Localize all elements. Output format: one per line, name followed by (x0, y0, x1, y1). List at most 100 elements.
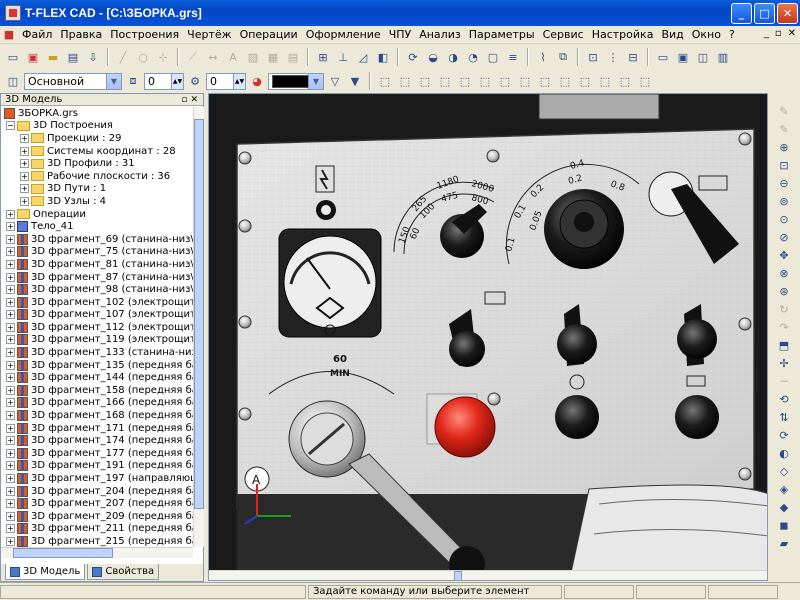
zoom-out-icon[interactable]: ⊖ (775, 175, 793, 192)
switch-knob[interactable] (677, 319, 717, 359)
selector-4-icon[interactable]: ⬚ (436, 72, 454, 90)
expand-icon[interactable]: + (20, 159, 29, 169)
expand-icon[interactable]: + (6, 524, 15, 534)
menu-construct[interactable]: Построения (106, 28, 183, 41)
scroll-thumb[interactable] (194, 119, 204, 509)
expand-icon[interactable]: + (6, 474, 15, 484)
selector-14-icon[interactable]: ⬚ (636, 72, 654, 90)
emergency-stop-button[interactable] (434, 396, 496, 458)
menu-analysis[interactable]: Анализ (415, 28, 465, 41)
tree-item[interactable]: +3D фрагмент_166 (передняя бабка\ко (1, 397, 193, 410)
maximize-button[interactable]: □ (754, 2, 775, 24)
collapse-icon[interactable]: − (6, 121, 15, 131)
pencil-edit-icon[interactable]: ✎ (775, 121, 793, 138)
expand-icon[interactable]: + (6, 222, 15, 232)
wireframe-icon[interactable]: ◇ (775, 463, 793, 480)
tree-item[interactable]: +3D фрагмент_107 (электрощит\зборк (1, 309, 193, 322)
expand-icon[interactable]: + (6, 335, 15, 345)
switch-knob[interactable] (557, 324, 597, 364)
orbit-icon[interactable]: ⟳ (775, 427, 793, 444)
expand-icon[interactable]: + (6, 486, 15, 496)
model-tree[interactable]: ЗБОРКА.grs − 3D Построения + Проекции : 29 + С… (1, 107, 193, 547)
priority-spinner[interactable]: 0 ▲▼ (206, 72, 246, 90)
tree-item[interactable]: +3D фрагмент_75 (станина-низ\вибро (1, 246, 193, 259)
menu-cnc[interactable]: ЧПУ (385, 28, 416, 41)
view-axes-icon[interactable]: ✢ (775, 355, 793, 372)
expand-icon[interactable]: + (6, 385, 15, 395)
expand-icon[interactable]: + (6, 373, 15, 383)
open-icon[interactable]: ▬ (44, 48, 62, 66)
snap-icon[interactable]: ⊡ (584, 48, 602, 66)
new-3d-icon[interactable]: ▣ (24, 48, 42, 66)
selector-6-icon[interactable]: ⬚ (476, 72, 494, 90)
select-icon[interactable]: ▼ (346, 72, 364, 90)
3d-viewport[interactable]: 150 265 1180 2000 60 100 475 800 0.4 0.2… (208, 93, 768, 581)
extrude-icon[interactable]: ◧ (374, 48, 392, 66)
start-button[interactable] (555, 395, 599, 439)
tab-3d-model[interactable]: 3D Модель (5, 564, 86, 580)
shell-icon[interactable]: ▢ (484, 48, 502, 66)
tree-item[interactable]: +3D фрагмент_209 (передняя бабка\ко (1, 510, 193, 523)
tree-item[interactable]: +3D фрагмент_174 (передняя бабка\ру (1, 434, 193, 447)
expand-icon[interactable]: + (20, 184, 29, 194)
layer-select[interactable]: Основной ▼ (24, 72, 122, 90)
perspective-icon[interactable]: ▰ (775, 535, 793, 552)
expand-icon[interactable]: + (6, 411, 15, 421)
hatch-icon[interactable]: ▨ (244, 48, 262, 66)
zoom-all-icon[interactable]: ⊚ (775, 193, 793, 210)
tree-item[interactable]: + Проекции : 29 (1, 132, 193, 145)
menu-settings[interactable]: Настройка (588, 28, 658, 41)
tree-item[interactable]: +3D фрагмент_207 (передняя бабка\ко (1, 497, 193, 510)
copy-icon[interactable]: ⧉ (554, 48, 572, 66)
selector-8-icon[interactable]: ⬚ (516, 72, 534, 90)
tree-item[interactable]: +3D фрагмент_69 (станина-низ\вибро (1, 233, 193, 246)
tree-item[interactable]: +3D Профили : 31 (1, 157, 193, 170)
expand-icon[interactable]: + (6, 461, 15, 471)
selector-9-icon[interactable]: ⬚ (536, 72, 554, 90)
dimension-icon[interactable]: ↔ (204, 48, 222, 66)
image-icon[interactable]: ▦ (264, 48, 282, 66)
render-icon[interactable]: ◆ (775, 499, 793, 516)
menu-operations[interactable]: Операции (236, 28, 302, 41)
selector-5-icon[interactable]: ⬚ (456, 72, 474, 90)
color-select[interactable]: ▼ (268, 72, 324, 90)
tree-item[interactable]: +3D фрагмент_215 (передняя бабка\лс (1, 535, 193, 547)
save-icon[interactable]: ▤ (64, 48, 82, 66)
expand-icon[interactable]: + (6, 360, 15, 370)
mdi-close-button[interactable]: ✕ (788, 28, 796, 39)
menu-drawing[interactable]: Чертёж (183, 28, 235, 41)
scroll-thumb[interactable] (13, 548, 113, 558)
panel-controls[interactable]: ▫✕ (181, 95, 201, 105)
scroll-thumb[interactable] (454, 571, 462, 580)
tree-item[interactable]: +3D фрагмент_135 (передняя бабка\кс (1, 359, 193, 372)
menu-view[interactable]: Вид (657, 28, 687, 41)
workplane-icon[interactable]: ⊞ (314, 48, 332, 66)
refresh-icon[interactable]: ↻ (775, 301, 793, 318)
expand-icon[interactable]: + (6, 322, 15, 332)
selector-2-icon[interactable]: ⬚ (396, 72, 414, 90)
expand-icon[interactable]: + (6, 310, 15, 320)
expand-icon[interactable]: + (6, 348, 15, 358)
pencil-icon[interactable]: ✎ (775, 103, 793, 120)
priority-icon[interactable]: ⚙ (186, 72, 204, 90)
viewport-scrollbar[interactable] (209, 570, 767, 580)
shaded-icon[interactable]: ◐ (775, 445, 793, 462)
window-split-icon[interactable]: ◫ (694, 48, 712, 66)
expand-icon[interactable]: + (6, 448, 15, 458)
tree-item[interactable]: +3D Узлы : 4 (1, 195, 193, 208)
tree-item[interactable]: +3D фрагмент_133 (станина-низ\боков (1, 346, 193, 359)
tree-item[interactable]: +3D фрагмент_171 (передняя бабка\ру (1, 422, 193, 435)
switch-knob[interactable] (449, 331, 485, 367)
menu-edit[interactable]: Правка (56, 28, 106, 41)
zoom-in-icon[interactable]: ⊕ (775, 139, 793, 156)
level-icon[interactable]: ⧈ (124, 72, 142, 90)
zoom-window-icon[interactable]: ⊡ (775, 157, 793, 174)
selector-3-icon[interactable]: ⬚ (416, 72, 434, 90)
zoom-realtime-icon[interactable]: ⊛ (775, 283, 793, 300)
tab-properties[interactable]: Свойства (87, 564, 160, 580)
window-3d-icon[interactable]: ▣ (674, 48, 692, 66)
loft-icon[interactable]: ◒ (424, 48, 442, 66)
profile-icon[interactable]: ◿ (354, 48, 372, 66)
menu-file[interactable]: Файл (18, 28, 56, 41)
doc-menu-icon[interactable]: ■ (0, 26, 18, 44)
